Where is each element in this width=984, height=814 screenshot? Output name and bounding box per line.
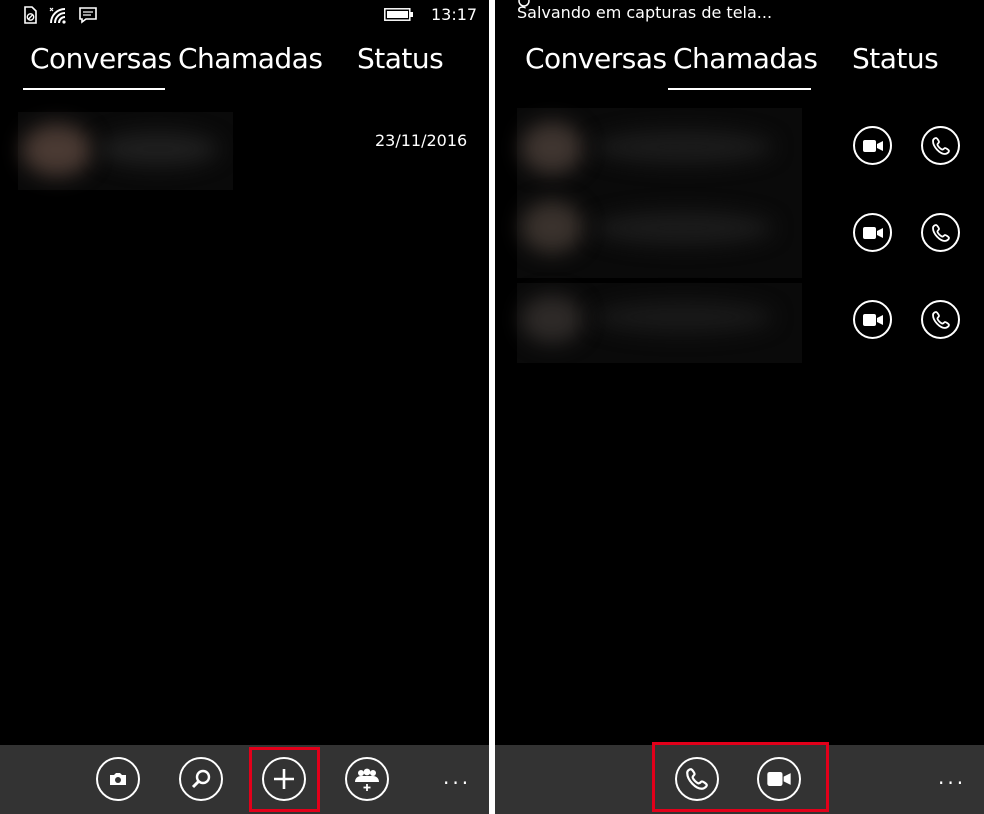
more-button[interactable]: ... [443,765,471,789]
search-icon [191,769,211,789]
tab-chamadas[interactable]: Chamadas [178,42,323,75]
camera-button[interactable] [96,757,140,801]
camera-icon [110,773,126,785]
tab-status[interactable]: Status [852,42,939,75]
call-name [593,130,773,164]
screenshot-toast: Salvando em capturas de tela... [517,3,773,22]
video-call-button[interactable] [853,126,892,165]
no-sim-icon [24,6,37,24]
battery-icon [384,8,413,21]
phone-icon [931,310,950,329]
tab-chamadas[interactable]: Chamadas [673,42,818,75]
call-item[interactable] [517,193,802,278]
new-group-button[interactable] [345,757,389,801]
conversations-screen: 13:17 Conversas Chamadas Status 23/11/20… [0,0,489,814]
conversation-name [98,132,218,166]
video-call-icon [862,139,883,152]
call-item[interactable] [517,283,802,363]
call-item[interactable] [517,108,802,193]
status-bar-icons [22,6,98,24]
highlight-call-buttons [652,742,829,812]
wifi-icon [49,7,66,24]
pivot-tabs: Conversas Chamadas Status [495,42,984,92]
video-call-button[interactable] [853,300,892,339]
voice-call-button[interactable] [921,213,960,252]
phone-icon [931,223,950,242]
tab-conversas[interactable]: Conversas [525,42,667,75]
avatar [22,124,92,176]
status-time: 13:17 [431,5,478,24]
voice-call-button[interactable] [921,126,960,165]
more-button[interactable]: ... [938,765,966,789]
avatar [521,201,583,253]
tab-status[interactable]: Status [357,42,444,75]
conversation-item[interactable] [18,112,233,190]
call-name [593,301,773,333]
tab-conversas[interactable]: Conversas [30,42,172,75]
search-button[interactable] [179,757,223,801]
app-bar: ... [0,745,489,814]
avatar [521,295,583,343]
active-tab-indicator [23,88,165,90]
message-icon [79,7,97,24]
avatar [521,122,583,174]
group-add-icon [355,768,379,791]
calls-screen: Salvando em capturas de tela... Conversa… [495,0,984,814]
call-name [593,211,773,245]
conversation-date: 23/11/2016 [375,131,468,150]
video-call-icon [862,313,883,326]
video-call-button[interactable] [853,213,892,252]
video-call-icon [862,226,883,239]
highlight-new-chat [249,747,320,812]
pivot-tabs: Conversas Chamadas Status [0,42,489,92]
active-tab-indicator [668,88,811,90]
phone-icon [931,136,950,155]
voice-call-button[interactable] [921,300,960,339]
